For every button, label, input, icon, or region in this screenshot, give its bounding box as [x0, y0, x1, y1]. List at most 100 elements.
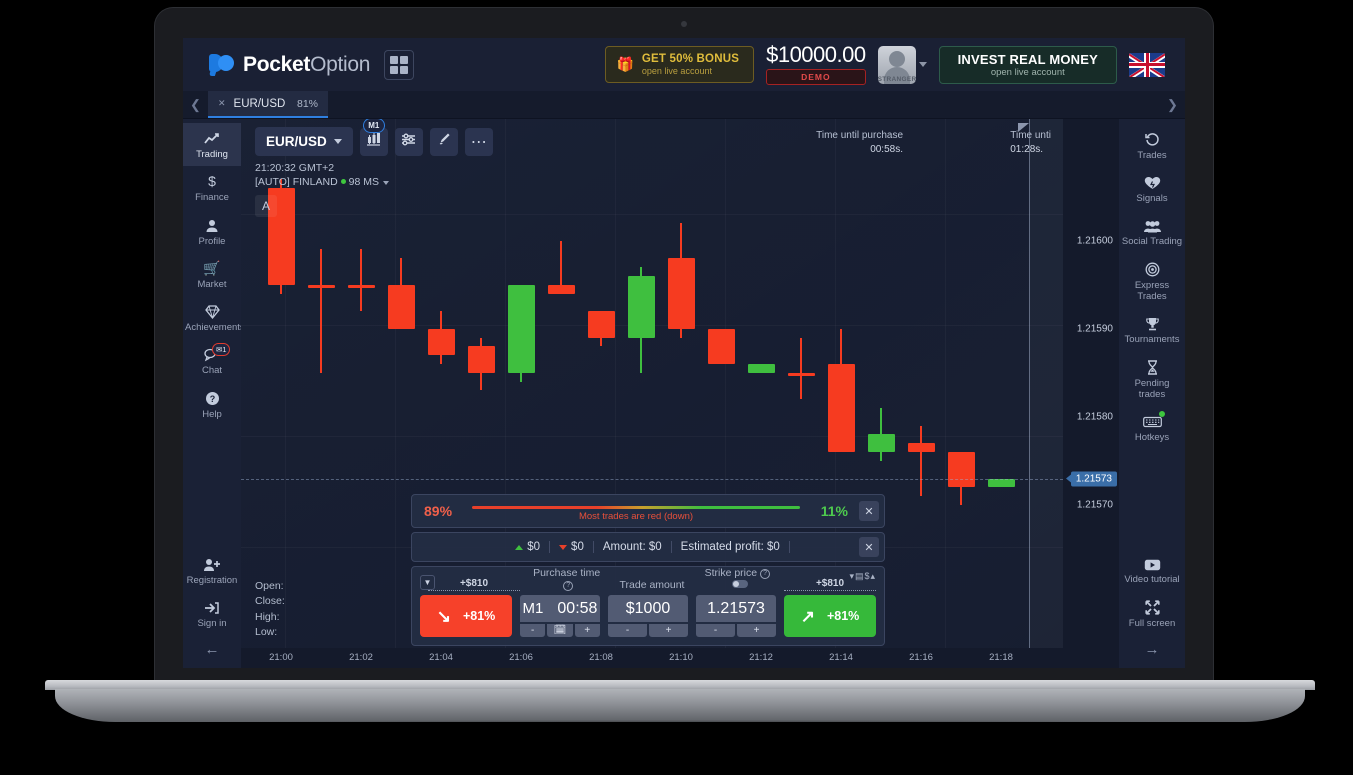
strike-price-value[interactable]: 1.21573 [696, 595, 776, 622]
sidebar-item-social-trading[interactable]: Social Trading [1119, 210, 1185, 253]
strike-price-minus[interactable]: - [696, 624, 735, 637]
laptop-screen: PocketOption 🎁 GET 50% BONUS open live a… [183, 38, 1185, 668]
sentiment-note: Most trades are red (down) [578, 511, 694, 522]
user-menu[interactable]: STRANGER [877, 45, 927, 84]
sidebar-item-video-tutorial[interactable]: Video tutorial [1119, 548, 1185, 591]
connection-status-dot [340, 179, 346, 185]
sidebar-item-signals[interactable]: Signals [1119, 167, 1185, 210]
arrow-right-icon[interactable]: → [1145, 635, 1160, 668]
left-sidebar: Trading $ Finance Profile 🛒 Market Achie… [183, 119, 245, 668]
sliders-icon [401, 133, 416, 151]
sidebar-item-hotkeys[interactable]: Hotkeys [1119, 406, 1185, 449]
more-options-button[interactable]: ⋯ [464, 127, 493, 156]
sidebar-item-trades[interactable]: Trades [1119, 123, 1185, 167]
chart-overlays: 89% Most trades are red (down) 11% ✕ $0 [411, 490, 885, 646]
sidebar-item-chat[interactable]: ✉1 Chat [183, 339, 241, 382]
get-bonus-button[interactable]: 🎁 GET 50% BONUS open live account [605, 45, 755, 84]
close-icon[interactable]: ✕ [859, 537, 879, 557]
balance-display[interactable]: $10000.00 DEMO [766, 44, 866, 85]
time-axis[interactable]: 21:00 21:02 21:04 21:06 21:08 21:10 21:12 21:14… [241, 648, 1063, 668]
chevron-down-icon[interactable] [383, 181, 390, 186]
chart-type-button[interactable]: M1 [359, 119, 388, 156]
trade-amount-value[interactable]: $1000 [608, 595, 688, 622]
tab-eur-usd[interactable]: ✕ EUR/USD 81% [208, 91, 328, 118]
arrow-up-right-icon: ↗ [800, 606, 815, 626]
symbol-selector[interactable]: EUR/USD [255, 127, 353, 156]
sidebar-item-label: Achievements [185, 321, 245, 333]
close-icon[interactable]: ✕ [859, 501, 879, 521]
trade-amount-label: Trade amount [619, 579, 685, 591]
price-axis[interactable]: 1.21600 1.21590 1.21580 1.21570 1.21573 [1063, 119, 1119, 668]
drawing-tools-button[interactable] [429, 127, 458, 156]
chevron-left-icon[interactable]: ❮ [183, 91, 208, 118]
sidebar-item-market[interactable]: 🛒 Market [183, 253, 241, 296]
triangle-up-icon [515, 545, 524, 550]
candle-body [427, 328, 455, 356]
chevron-down-icon [333, 139, 342, 144]
candle-wick [800, 337, 802, 400]
buy-button[interactable]: ↗ +81% [784, 595, 876, 637]
arrow-left-icon[interactable]: ← [205, 635, 220, 668]
trade-amount-minus[interactable]: - [608, 624, 647, 637]
strike-price-plus[interactable]: + [737, 624, 776, 637]
current-price-badge: 1.21573 [1065, 471, 1117, 487]
sidebar-item-pending-trades[interactable]: Pending trades [1119, 351, 1185, 406]
sidebar-item-trading[interactable]: Trading [183, 123, 241, 167]
svg-text:?: ? [209, 394, 215, 404]
close-icon[interactable]: ✕ [218, 98, 226, 109]
apps-grid-icon[interactable] [384, 49, 415, 80]
signals-icon [1121, 174, 1183, 190]
sidebar-item-full-screen[interactable]: Full screen [1119, 591, 1185, 635]
amounts-panel: $0 $0 Amount: $0 Estimated profit: $0 ✕ [411, 532, 885, 562]
sidebar-item-help[interactable]: ? Help [183, 382, 241, 426]
question-circle-icon: ? [185, 389, 239, 406]
ping-value: 98 MS [348, 176, 380, 189]
sidebar-item-express-trades[interactable]: Express Trades [1119, 253, 1185, 308]
gift-icon: 🎁 [616, 56, 634, 72]
time-tick: 21:18 [989, 652, 1013, 663]
sidebar-item-finance[interactable]: $ Finance [183, 166, 241, 209]
chevron-right-icon[interactable]: ❯ [1160, 91, 1185, 118]
time-tick: 21:14 [829, 652, 853, 663]
total-amount: Amount: $0 [594, 541, 672, 553]
invest-real-money-button[interactable]: INVEST REAL MONEY open live account [938, 45, 1117, 84]
purchase-time-value[interactable]: M1 00:58 [520, 595, 600, 622]
purchase-time-plus[interactable]: + [574, 624, 600, 637]
question-icon[interactable]: ? [563, 580, 574, 591]
people-icon [1121, 217, 1183, 233]
annotation-marker[interactable]: A [255, 195, 277, 217]
payout-left: +$810 [428, 578, 520, 591]
brand-logo[interactable]: PocketOption [209, 53, 370, 77]
hourglass-icon [1121, 358, 1183, 375]
candle-body [507, 284, 535, 373]
brand-name-light: Option [310, 52, 371, 76]
uk-flag-icon[interactable] [1129, 52, 1165, 77]
ohlc-close: Close: [255, 595, 285, 608]
calendar-clock-icon[interactable]: 🗓 [547, 624, 573, 637]
purchase-time-minus[interactable]: - [520, 624, 546, 637]
candle-body [587, 311, 615, 338]
server-name: [AUTO] FINLAND [255, 176, 338, 189]
countdown-value: 00:58s. [870, 144, 903, 155]
sidebar-item-tournaments[interactable]: Tournaments [1119, 308, 1185, 351]
user-avatar: STRANGER [877, 45, 916, 84]
down-amount: $0 [550, 541, 594, 553]
sidebar-item-signin[interactable]: Sign in [183, 592, 241, 635]
tab-label: EUR/USD [233, 97, 286, 110]
sell-button[interactable]: ↘ +81% [420, 595, 512, 637]
panel-settings-icons[interactable]: ▾▤$▴ [849, 571, 876, 582]
sidebar-item-registration[interactable]: Registration [183, 548, 241, 591]
strike-price-toggle[interactable] [731, 580, 748, 588]
indicators-button[interactable] [394, 127, 423, 156]
sidebar-item-profile[interactable]: Profile [183, 209, 241, 252]
trade-amount-plus[interactable]: + [649, 624, 688, 637]
sidebar-item-achievements[interactable]: Achievements [183, 296, 245, 339]
sidebar-item-label: Registration [186, 574, 238, 586]
chart-area[interactable]: EUR/USD M1 ⋯ 21:20:32 GMT+2 [AUTO] FINLA… [241, 119, 1063, 668]
app-body: Trading $ Finance Profile 🛒 Market Achie… [183, 119, 1185, 668]
question-icon[interactable]: ? [760, 568, 771, 579]
timeframe-badge[interactable]: M1 [362, 119, 385, 133]
chart-line-icon [185, 130, 239, 146]
time-tick: 21:12 [749, 652, 773, 663]
ohlc-legend: Open: Close: High: Low: [255, 579, 285, 640]
